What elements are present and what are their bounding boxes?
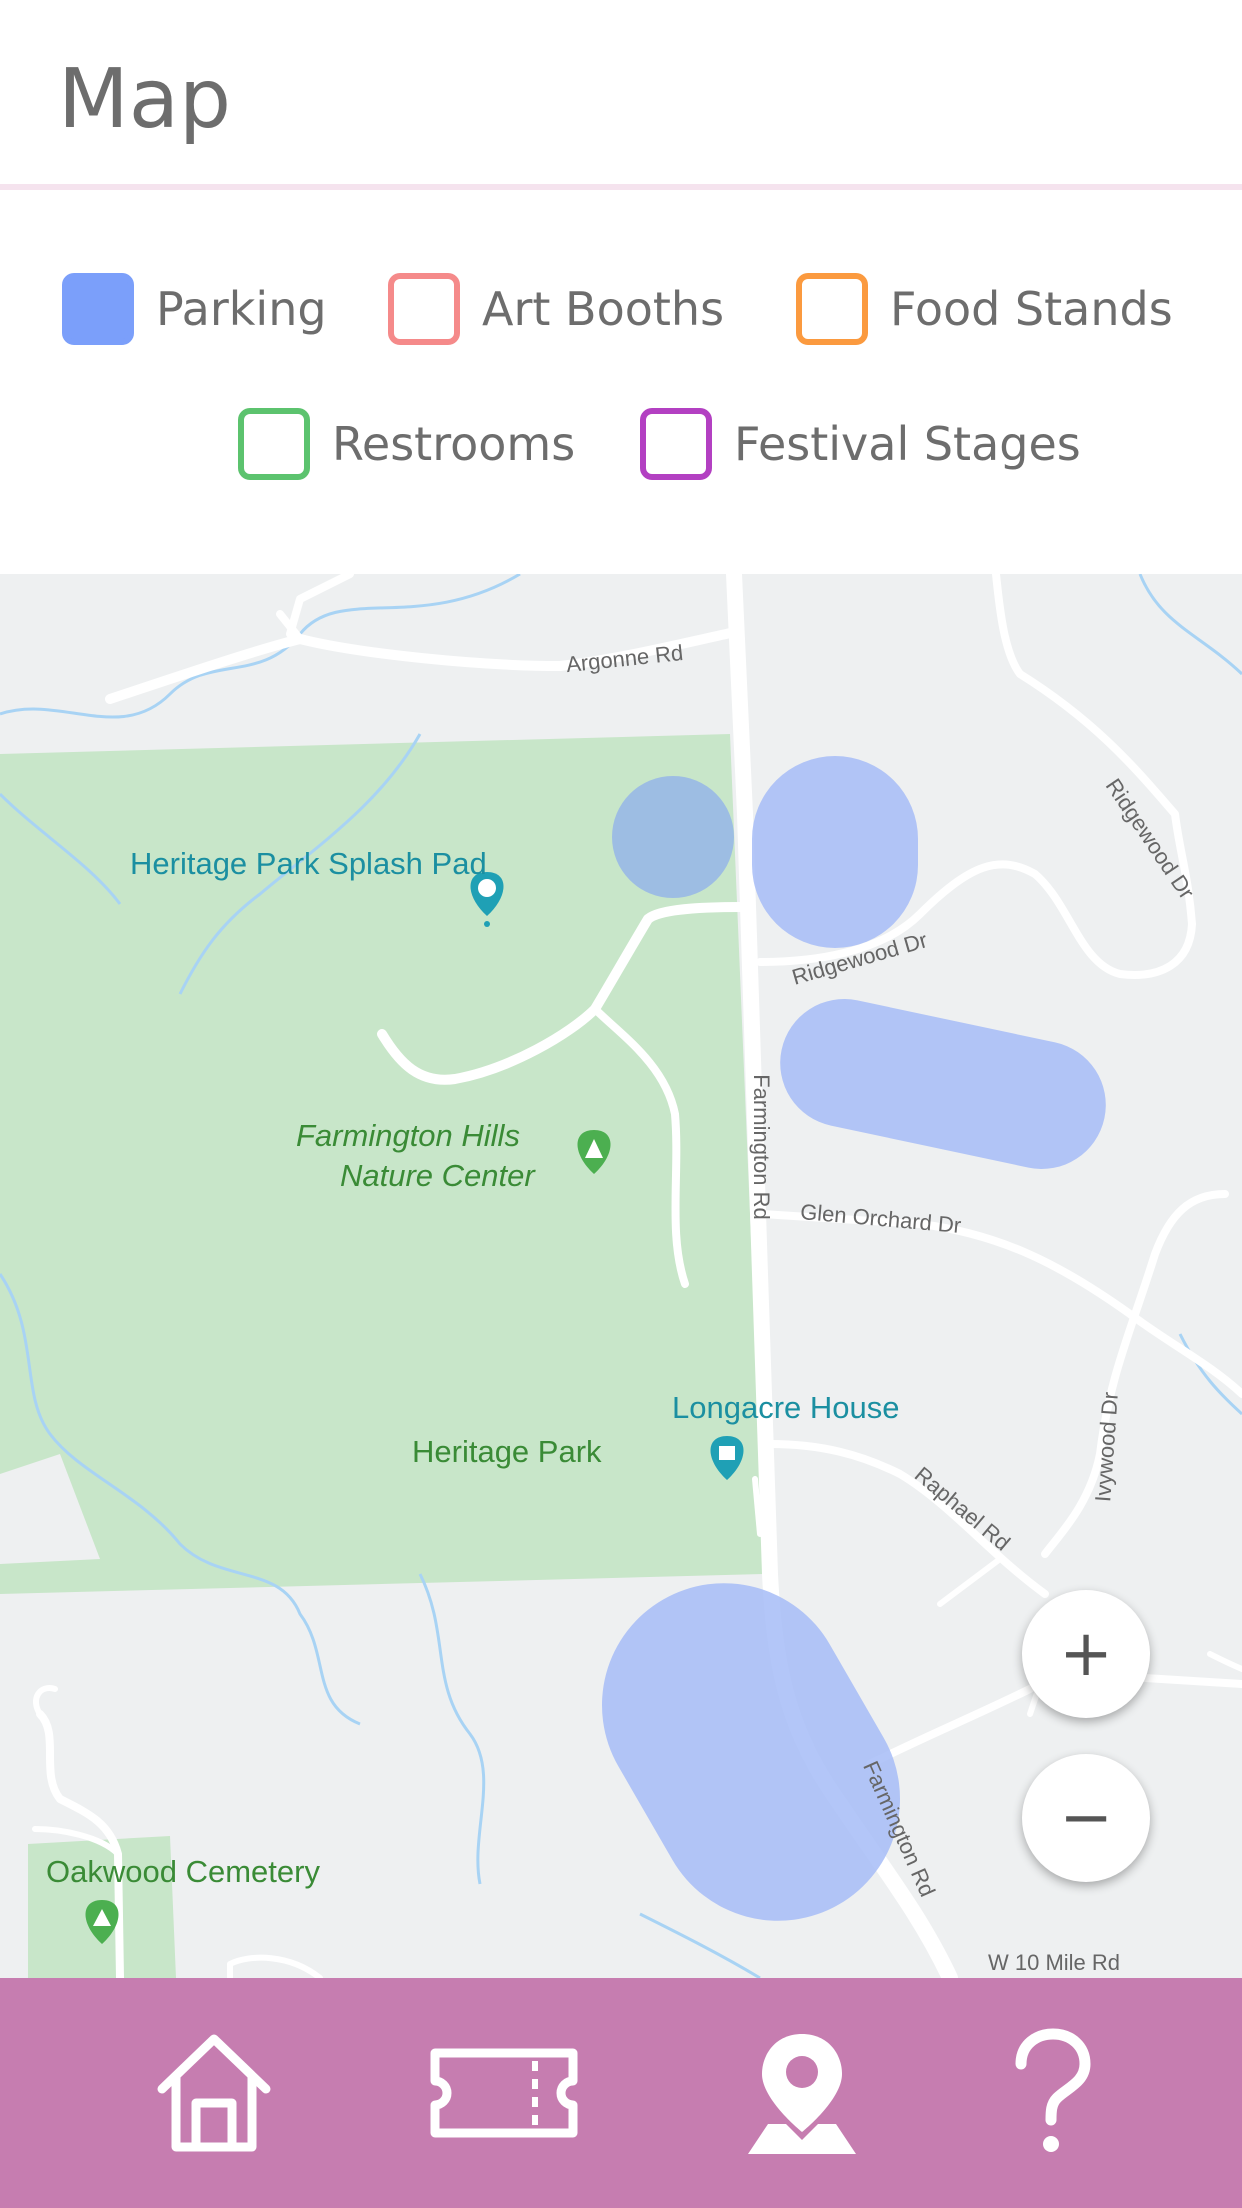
- legend-item-parking[interactable]: Parking: [62, 273, 327, 345]
- restrooms-checkbox[interactable]: [238, 408, 310, 480]
- legend-label-festival-stages: Festival Stages: [734, 417, 1081, 471]
- label-w10mile: W 10 Mile Rd: [988, 1950, 1121, 1975]
- legend-item-restrooms[interactable]: Restrooms: [238, 408, 575, 480]
- legend-label-restrooms: Restrooms: [332, 417, 576, 471]
- header: Map: [0, 0, 1242, 190]
- legend-item-food-stands[interactable]: Food Stands: [796, 273, 1173, 345]
- page-title: Map: [58, 52, 232, 147]
- label-longacre: Longacre House: [672, 1390, 900, 1425]
- legend-item-art-booths[interactable]: Art Booths: [388, 273, 724, 345]
- label-oakwood: Oakwood Cemetery: [46, 1854, 320, 1889]
- parking-area-4: [602, 1583, 900, 1921]
- festival-stages-checkbox[interactable]: [640, 408, 712, 480]
- label-heritage-park: Heritage Park: [412, 1434, 602, 1469]
- legend-label-parking: Parking: [156, 282, 327, 336]
- art-booths-checkbox[interactable]: [388, 273, 460, 345]
- map-pin-icon: [748, 2034, 856, 2154]
- parking-area-3: [780, 999, 1106, 1169]
- home-icon: [157, 2034, 271, 2152]
- legend-item-festival-stages[interactable]: Festival Stages: [640, 408, 1081, 480]
- legend: Parking Art Booths Food Stands Restrooms…: [0, 190, 1242, 574]
- parking-area-2: [752, 756, 918, 948]
- tab-map[interactable]: [702, 1978, 902, 2208]
- map-view[interactable]: Heritage Park Splash Pad Farmington Hill…: [0, 574, 1242, 1978]
- tab-help[interactable]: [952, 1978, 1152, 2208]
- help-icon: [1015, 2028, 1091, 2152]
- tab-home[interactable]: [114, 1978, 314, 2208]
- label-nature-center-1: Farmington Hills: [296, 1118, 520, 1153]
- label-farmington-1: Farmington Rd: [748, 1074, 774, 1220]
- parking-area-1: [612, 776, 734, 898]
- zoom-out-button[interactable]: −: [1022, 1754, 1150, 1882]
- ticket-icon: [430, 2048, 578, 2138]
- tab-bar: [0, 1978, 1242, 2208]
- zoom-in-button[interactable]: +: [1022, 1590, 1150, 1718]
- legend-label-food-stands: Food Stands: [890, 282, 1173, 336]
- tab-tickets[interactable]: [404, 1978, 604, 2208]
- label-splash-pad: Heritage Park Splash Pad: [130, 846, 487, 881]
- food-stands-checkbox[interactable]: [796, 273, 868, 345]
- legend-label-art-booths: Art Booths: [482, 282, 725, 336]
- parking-checkbox[interactable]: [62, 273, 134, 345]
- label-nature-center-2: Nature Center: [340, 1158, 535, 1193]
